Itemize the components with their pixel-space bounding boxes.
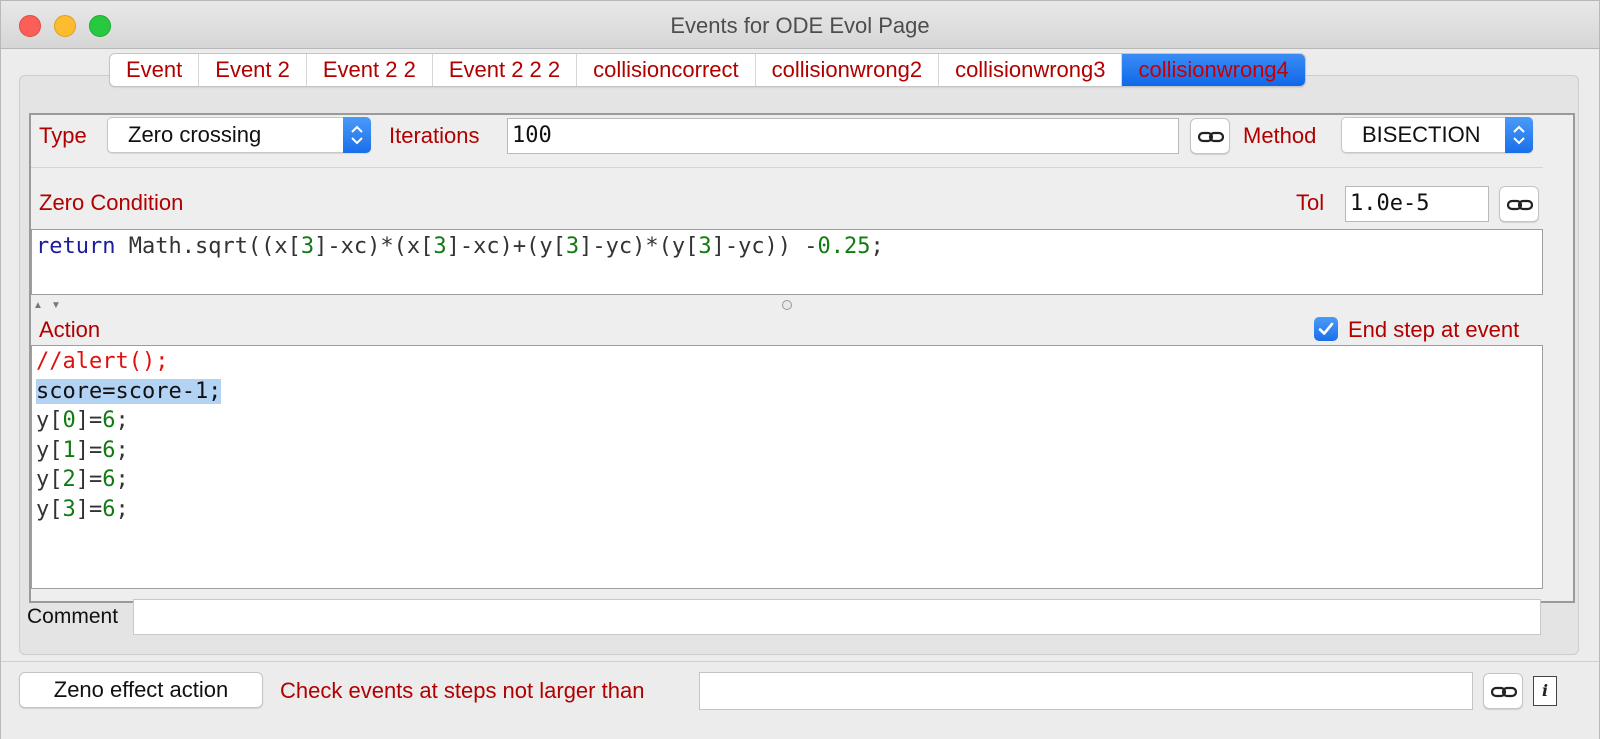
info-document-icon[interactable]: i	[1533, 676, 1557, 706]
code-token: ]-xc)+(y[	[446, 234, 566, 259]
action-editor[interactable]: //alert(); score=score-1; y[0]=6; y[1]=6; y[…	[31, 345, 1543, 589]
split-pane-divider[interactable]: ▲ ▼	[31, 297, 1543, 313]
code-token: 3	[698, 234, 712, 259]
code-token: 0.25	[817, 234, 871, 259]
title-bar[interactable]: Events for ODE Evol Page	[1, 1, 1599, 49]
tab-event-2-2-2[interactable]: Event 2 2 2	[433, 54, 578, 86]
code-token: 0	[62, 408, 76, 433]
comment-input[interactable]	[133, 599, 1541, 635]
code-token: ]-yc)) -	[711, 234, 818, 259]
iterations-input[interactable]: 100	[507, 118, 1179, 154]
code-token: 6	[102, 496, 116, 522]
splitter-grip-icon[interactable]	[782, 300, 792, 310]
check-steps-label: Check events at steps not larger than	[280, 678, 645, 703]
code-token: 1	[62, 437, 76, 463]
code-token: ]=	[75, 467, 103, 492]
code-token: 3	[565, 234, 580, 259]
code-token: y[	[36, 496, 63, 522]
code-token: ]-xc)*(x[	[314, 234, 434, 259]
link-icon	[1198, 131, 1224, 143]
code-line: y[2]=6;	[36, 465, 1538, 495]
code-line: score=score-1;	[36, 377, 1538, 407]
events-window: Events for ODE Evol Page Event Event 2 E…	[0, 0, 1600, 739]
collapse-down-icon[interactable]: ▼	[51, 300, 61, 311]
divider	[31, 167, 1543, 168]
code-token: y[	[36, 467, 63, 492]
code-comment: //alert();	[36, 349, 169, 374]
tab-collisionwrong2[interactable]: collisionwrong2	[756, 54, 940, 86]
code-token: y[	[36, 437, 63, 463]
end-step-label[interactable]: End step at event	[1348, 317, 1519, 343]
action-label: Action	[39, 317, 101, 342]
tab-collisionwrong4[interactable]: collisionwrong4	[1122, 54, 1305, 86]
checkmark-icon	[1318, 322, 1334, 335]
collapse-up-icon[interactable]: ▲	[33, 300, 43, 311]
iterations-link-button[interactable]	[1190, 118, 1230, 154]
tol-link-button[interactable]	[1499, 186, 1539, 222]
code-token: 6	[102, 408, 116, 433]
code-line: y[0]=6;	[36, 406, 1538, 436]
comment-label: Comment	[27, 605, 119, 628]
link-icon	[1507, 199, 1533, 211]
code-token: 6	[102, 467, 116, 492]
method-label: Method	[1243, 123, 1317, 148]
tab-event[interactable]: Event	[110, 54, 200, 86]
tol-label: Tol	[1296, 190, 1325, 215]
end-step-checkbox[interactable]	[1314, 317, 1338, 341]
tab-event-2[interactable]: Event 2	[199, 54, 307, 86]
code-token: ;	[115, 437, 129, 463]
type-select-value: Zero crossing	[128, 122, 262, 147]
check-steps-input[interactable]	[699, 672, 1473, 710]
link-icon	[1491, 686, 1517, 698]
zero-condition-editor[interactable]: return Math.sqrt((x[3]-xc)*(x[3]-xc)+(y[…	[31, 229, 1543, 295]
code-token: Math.sqrt((x[	[115, 234, 301, 259]
method-select[interactable]: BISECTION	[1341, 117, 1533, 153]
tab-collisionwrong3[interactable]: collisionwrong3	[939, 54, 1123, 86]
code-token: 3	[433, 234, 447, 259]
selected-code: score=score-1;	[36, 378, 222, 404]
code-token: ;	[115, 408, 129, 433]
code-line: y[1]=6;	[36, 436, 1538, 466]
code-token: 3	[300, 234, 315, 259]
tol-input[interactable]: 1.0e-5	[1345, 186, 1489, 222]
code-token: ;	[870, 234, 884, 259]
code-token: ]=	[75, 496, 103, 522]
code-keyword: return	[36, 234, 116, 259]
zeno-effect-action-button[interactable]: Zeno effect action	[19, 672, 263, 708]
iterations-label: Iterations	[389, 123, 480, 148]
code-token: 6	[102, 437, 116, 463]
tab-collisioncorrect[interactable]: collisioncorrect	[577, 54, 756, 86]
event-tabs: Event Event 2 Event 2 2 Event 2 2 2 coll…	[109, 53, 1306, 87]
code-token: ;	[115, 467, 129, 492]
method-select-value: BISECTION	[1362, 122, 1481, 147]
zero-condition-label: Zero Condition	[39, 190, 184, 215]
tab-event-2-2[interactable]: Event 2 2	[307, 54, 433, 86]
type-label: Type	[39, 123, 87, 148]
code-token: ;	[115, 496, 129, 522]
code-token: 3	[62, 496, 76, 522]
code-token: ]-yc)*(y[	[579, 234, 699, 259]
code-token: 2	[62, 467, 76, 492]
code-token: ]=	[75, 408, 103, 433]
code-line: y[3]=6;	[36, 495, 1538, 525]
code-token: y[	[36, 408, 63, 433]
code-line: //alert();	[36, 347, 1538, 377]
up-down-chevron-icon	[343, 117, 371, 153]
window-title: Events for ODE Evol Page	[670, 13, 930, 38]
up-down-chevron-icon	[1505, 117, 1533, 153]
code-token: ]=	[75, 437, 103, 463]
check-steps-link-button[interactable]	[1483, 673, 1523, 709]
type-select[interactable]: Zero crossing	[107, 117, 371, 153]
